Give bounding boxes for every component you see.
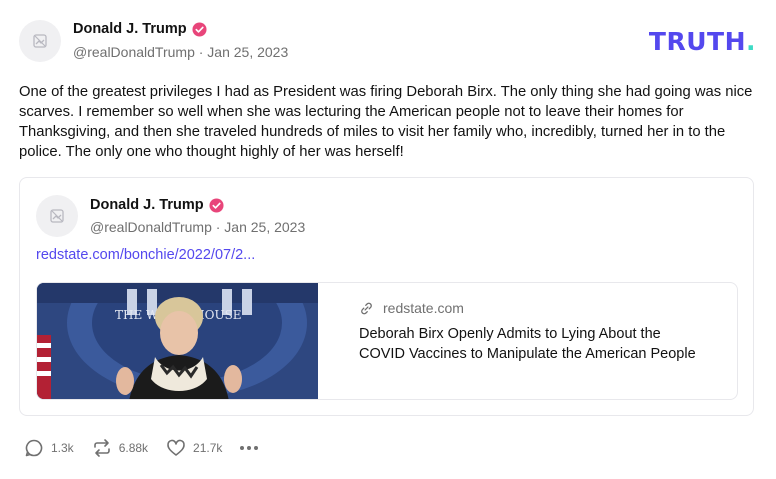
reply-count: 1.3k	[51, 441, 74, 455]
quoted-author-name-row[interactable]: Donald J. Trump	[90, 197, 224, 213]
ellipsis-dot	[254, 446, 259, 450]
reply-button[interactable]: 1.3k	[24, 438, 74, 458]
retruth-button[interactable]: 6.88k	[92, 438, 148, 458]
author-handle-date[interactable]: @realDonaldTrump · Jan 25, 2023	[73, 44, 288, 60]
preview-image: THE WHITE HOUSE	[37, 283, 318, 399]
post-body: One of the greatest privileges I had as …	[19, 84, 753, 160]
verified-badge-icon	[192, 21, 207, 37]
quoted-post-link[interactable]: redstate.com/bonchie/2022/07/2...	[36, 247, 255, 263]
link-preview-card[interactable]: THE WHITE HOUSE redstate.com Deborah Bir…	[36, 282, 738, 400]
press-briefing-photo: THE WHITE HOUSE	[37, 283, 318, 399]
link-icon	[361, 302, 372, 314]
preview-headline: Deborah Birx Openly Admits to Lying Abou…	[359, 326, 696, 362]
quoted-author-handle-date[interactable]: @realDonaldTrump · Jan 25, 2023	[90, 219, 305, 235]
like-button[interactable]: 21.7k	[166, 438, 222, 458]
author-name[interactable]: Donald J. Trump	[73, 21, 187, 37]
more-options-button[interactable]	[240, 446, 259, 450]
preview-domain: redstate.com	[383, 300, 464, 316]
heart-icon	[167, 439, 185, 456]
logo-dot: .	[746, 27, 756, 56]
image-placeholder-icon	[50, 209, 64, 223]
preview-domain-row: redstate.com	[359, 300, 464, 316]
ellipsis-dot	[247, 446, 252, 450]
like-count: 21.7k	[193, 441, 223, 455]
image-placeholder-icon	[33, 34, 47, 48]
logo-text: TRUTH	[648, 27, 746, 56]
truth-social-logo[interactable]: TRUTH.	[649, 27, 756, 56]
ellipsis-dot	[240, 446, 245, 450]
reply-icon	[25, 439, 43, 457]
quoted-author-avatar[interactable]	[36, 195, 78, 237]
retruth-count: 6.88k	[118, 441, 149, 455]
author-avatar[interactable]	[19, 20, 61, 62]
retruth-icon	[93, 439, 110, 457]
post-actions-bar: 1.3k 6.88k 21.7k	[24, 438, 276, 458]
author-name-row[interactable]: Donald J. Trump	[73, 21, 207, 37]
verified-badge-icon	[209, 197, 224, 213]
quoted-author-name[interactable]: Donald J. Trump	[90, 197, 204, 213]
